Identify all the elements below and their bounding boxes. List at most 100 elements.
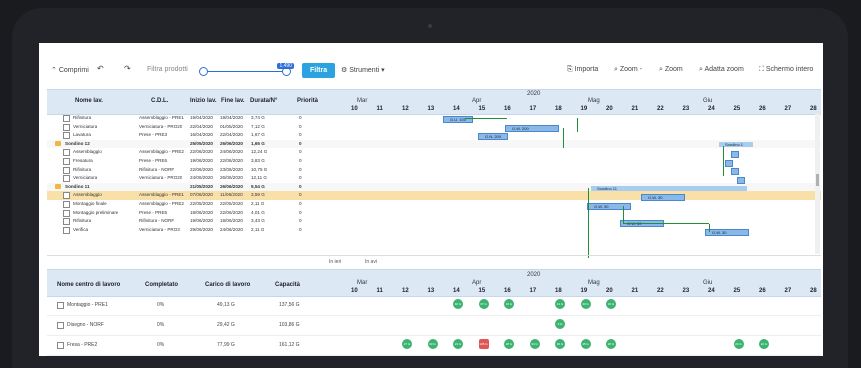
load-indicator[interactable]: 24 G bbox=[453, 339, 463, 349]
load-indicator[interactable]: 22 G bbox=[759, 339, 769, 349]
scroll-thumb[interactable] bbox=[816, 174, 819, 186]
load-indicator[interactable]: 28 G bbox=[606, 339, 616, 349]
task-row[interactable]: Montaggio finale Assemblaggio - PRE2 22/05… bbox=[47, 200, 821, 209]
gantt-bar[interactable]: G.N. 200 bbox=[478, 133, 508, 140]
load-indicator[interactable]: 27 G bbox=[402, 339, 412, 349]
load-indicator[interactable]: 33 G bbox=[580, 299, 591, 309]
gantt-bar[interactable]: G.W. 30 bbox=[705, 229, 749, 236]
task-checkbox[interactable] bbox=[63, 218, 70, 226]
task-end: 19/04/2020 bbox=[220, 115, 243, 120]
task-row[interactable]: Lavatura Prese - PRE3 16/04/2020 22/04/2020… bbox=[47, 131, 821, 140]
workcenter-row[interactable]: Montaggio - PRE1 0% 49,13 G 137,56 G 40 G 37 … bbox=[47, 295, 821, 316]
slider-knob-left[interactable] bbox=[199, 67, 208, 76]
summary-bar[interactable]: Sondino 1 bbox=[719, 142, 753, 147]
load-indicator[interactable]: 9 G bbox=[555, 319, 565, 329]
gantt-bar[interactable]: G.W. 30 bbox=[641, 194, 685, 201]
task-checkbox[interactable] bbox=[63, 175, 70, 183]
dependency-link bbox=[723, 146, 724, 176]
collapse-button[interactable]: ⌃ Comprimi bbox=[51, 66, 89, 74]
gantt-bar[interactable] bbox=[731, 168, 739, 175]
col-priority[interactable]: Priorità bbox=[297, 98, 318, 104]
next-link[interactable]: In avi bbox=[365, 259, 377, 265]
redo-icon[interactable]: ↷ bbox=[124, 64, 131, 73]
workcenter-checkbox[interactable] bbox=[57, 342, 64, 349]
task-checkbox[interactable] bbox=[63, 115, 70, 122]
dependency-link bbox=[563, 128, 564, 148]
gantt-bar[interactable] bbox=[725, 160, 733, 167]
fit-zoom-button[interactable]: ⌕ Adatta zoom bbox=[699, 66, 744, 74]
workcenter-row[interactable]: Fresa - PRE2 0% 77,99 G 161,12 G 27 G 33 G 24 … bbox=[47, 335, 821, 356]
task-checkbox[interactable] bbox=[63, 166, 70, 174]
load-indicator[interactable]: 34 G bbox=[529, 339, 540, 349]
gantt-bar[interactable] bbox=[731, 151, 739, 158]
col-start[interactable]: Inizio lav. bbox=[190, 98, 217, 104]
zoom-out-button[interactable]: ⌕ Zoom - bbox=[614, 66, 642, 74]
workcenter-checkbox[interactable] bbox=[57, 302, 64, 309]
task-row[interactable]: Assemblaggio Assemblaggio - PRE2 22/06/202… bbox=[47, 148, 821, 157]
col-end[interactable]: Fine lav. bbox=[221, 98, 245, 104]
task-checkbox[interactable] bbox=[63, 192, 70, 200]
range-slider[interactable]: 1.490 bbox=[199, 63, 294, 76]
task-prio: 0 bbox=[299, 132, 302, 138]
load-indicator[interactable]: 40 G bbox=[453, 299, 463, 309]
task-checkbox[interactable] bbox=[63, 132, 70, 140]
task-row[interactable]: Rifinitura Assemblaggio - PRE1 19/04/2020 1… bbox=[47, 114, 821, 123]
gantt-bar[interactable] bbox=[737, 177, 745, 184]
gantt-bar[interactable]: G.W. 30 bbox=[587, 203, 631, 210]
task-group-row[interactable]: Sondino 12 25/05/2020 26/06/2020 1,65 G 0 bbox=[47, 139, 821, 149]
load-indicator[interactable]: 105 G bbox=[478, 339, 489, 349]
task-checkbox[interactable] bbox=[63, 226, 70, 234]
task-row[interactable]: Rifinitura Rifinitura - NORF 22/06/2020 23/… bbox=[47, 166, 821, 175]
col-completed[interactable]: Completato bbox=[145, 282, 178, 288]
load-indicator[interactable]: 45 G bbox=[580, 339, 591, 349]
task-row[interactable]: Verniciatura Verniciatura - PRO20 22/04/20… bbox=[47, 123, 821, 132]
load-indicator[interactable]: 37 G bbox=[478, 299, 489, 309]
task-row[interactable]: Rifinitura Rifinitura - NORF 19/06/2020 19/… bbox=[47, 217, 821, 226]
load-indicator[interactable]: 34 G bbox=[606, 299, 616, 309]
load-indicator[interactable]: 28 G bbox=[504, 339, 514, 349]
fullscreen-label: Schermo intero bbox=[765, 66, 814, 73]
col-capacity[interactable]: Capacità bbox=[275, 282, 300, 288]
workcenter-row[interactable]: Disegno - NORF 0% 29,42 G 103,86 G 9 G bbox=[47, 315, 821, 336]
task-checkbox[interactable] bbox=[63, 201, 70, 208]
day-label: 12 bbox=[402, 288, 409, 294]
fit-zoom-label: Adatta zoom bbox=[704, 66, 744, 73]
import-button[interactable]: ⎘ Importa bbox=[567, 66, 598, 74]
load-indicator[interactable]: 41 G bbox=[555, 299, 565, 309]
filter-button[interactable]: Filtra bbox=[302, 63, 336, 78]
col-duration[interactable]: Durata/N° bbox=[250, 98, 277, 104]
day-label: 25 bbox=[733, 106, 741, 112]
day-label: 15 bbox=[478, 106, 486, 112]
task-row[interactable]: Montaggio preliminare Prese - PRE5 18/06/2… bbox=[47, 209, 821, 218]
load-indicator[interactable]: 33 G bbox=[427, 339, 438, 349]
tools-menu[interactable]: ⚙ Strumenti ▾ bbox=[341, 66, 385, 74]
folder-icon bbox=[55, 183, 61, 189]
task-checkbox[interactable] bbox=[63, 149, 70, 157]
filter-input[interactable]: Filtra prodotti bbox=[147, 66, 188, 73]
day-label: 13 bbox=[427, 106, 435, 112]
load-indicator[interactable]: 24 G bbox=[733, 339, 744, 349]
col-name[interactable]: Nome lav. bbox=[75, 98, 103, 104]
undo-icon[interactable]: ↶ bbox=[97, 64, 104, 73]
col-workcenter[interactable]: Nome centro di lavoro bbox=[57, 282, 120, 288]
task-dur: 3,59 G bbox=[251, 192, 265, 198]
task-end: 22/06/2020 bbox=[220, 209, 243, 215]
summary-bar[interactable]: Sondino 11 bbox=[591, 186, 747, 191]
task-row[interactable]: Assemblaggio Assemblaggio - PRE1 07/06/202… bbox=[47, 191, 821, 200]
task-row[interactable]: Fresatura Prese - PRE6 19/06/2020 22/06/202… bbox=[47, 157, 821, 166]
day-label: 24 bbox=[708, 106, 715, 112]
col-workload[interactable]: Carico di lavoro bbox=[205, 282, 250, 288]
gantt-scrollbar[interactable] bbox=[815, 114, 820, 254]
col-cdl[interactable]: C.D.L. bbox=[151, 98, 168, 104]
gantt-bar[interactable]: G.W. 200 bbox=[505, 125, 559, 132]
task-row[interactable]: Verniciatura Verniciatura - PRO20 24/06/20… bbox=[47, 174, 821, 183]
prev-link[interactable]: In ieri bbox=[329, 259, 341, 265]
load-indicator[interactable]: 30 G bbox=[555, 339, 565, 349]
task-checkbox[interactable] bbox=[63, 158, 70, 165]
workcenter-checkbox[interactable] bbox=[57, 322, 64, 329]
fullscreen-button[interactable]: ⛶ Schermo intero bbox=[759, 66, 813, 74]
task-checkbox[interactable] bbox=[63, 123, 70, 131]
load-indicator[interactable]: 34 G bbox=[504, 299, 514, 309]
zoom-in-button[interactable]: ⌕ Zoom bbox=[659, 66, 683, 74]
task-checkbox[interactable] bbox=[63, 209, 70, 217]
